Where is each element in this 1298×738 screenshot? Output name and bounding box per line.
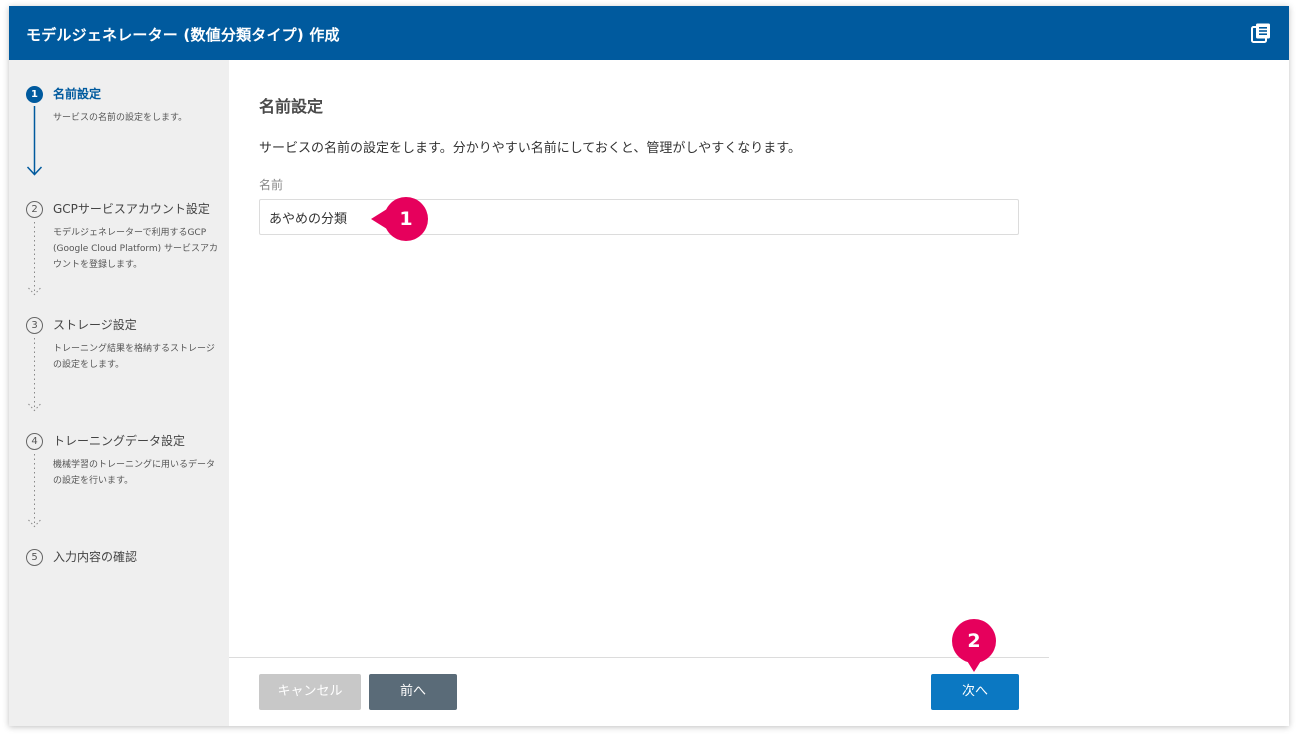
step-label: ストレージ設定 [53, 318, 137, 332]
footer-divider [229, 657, 1049, 658]
step-label: 入力内容の確認 [53, 550, 138, 564]
step-number: 5 [26, 549, 43, 566]
step-dotted-arrow-icon [28, 454, 41, 528]
title-bar: モデルジェネレーター (数値分類タイプ) 作成 [9, 6, 1289, 60]
step-arrow-icon [26, 106, 43, 176]
window-title: モデルジェネレーター (数値分類タイプ) 作成 [26, 26, 340, 44]
step-dotted-arrow-icon [28, 222, 41, 296]
callout-marker-1: 1 [371, 197, 428, 241]
step-number: 4 [26, 433, 43, 450]
step-dotted-arrow-icon [28, 338, 41, 412]
main-panel: 名前設定 サービスの名前の設定をします。分かりやすい名前にしておくと、管理がしや… [229, 60, 1289, 726]
step-label: GCPサービスアカウント設定 [53, 202, 210, 216]
step-number: 3 [26, 317, 43, 334]
step-label: 名前設定 [53, 87, 102, 101]
callout-marker-2: 2 [952, 619, 996, 672]
step-description: トレーニング結果を格納するストレージの設定をします。 [53, 344, 215, 370]
dialog-window: モデルジェネレーター (数値分類タイプ) 作成 1 名前設定 サービスの名前の設… [9, 6, 1289, 726]
prev-button[interactable]: 前へ [369, 674, 457, 710]
step-number: 2 [26, 201, 43, 218]
document-stack-icon[interactable] [1250, 22, 1272, 44]
next-button[interactable]: 次へ [931, 674, 1019, 710]
step-description: モデルジェネレーターで利用するGCP (Google Cloud Platfor… [53, 228, 219, 270]
step-label: トレーニングデータ設定 [53, 434, 186, 448]
cancel-button[interactable]: キャンセル [259, 674, 361, 710]
page-title: 名前設定 [259, 97, 324, 116]
page-description: サービスの名前の設定をします。分かりやすい名前にしておくと、管理がしやすくなりま… [259, 141, 801, 156]
name-label: 名前 [259, 178, 284, 192]
step-description: サービスの名前の設定をします。 [53, 113, 188, 123]
step-number: 1 [26, 86, 43, 103]
step-sidebar: 1 名前設定 サービスの名前の設定をします。 2 GCPサービスアカウント設定 … [9, 60, 229, 726]
step-description: 機械学習のトレーニングに用いるデータの設定を行います。 [53, 460, 216, 486]
